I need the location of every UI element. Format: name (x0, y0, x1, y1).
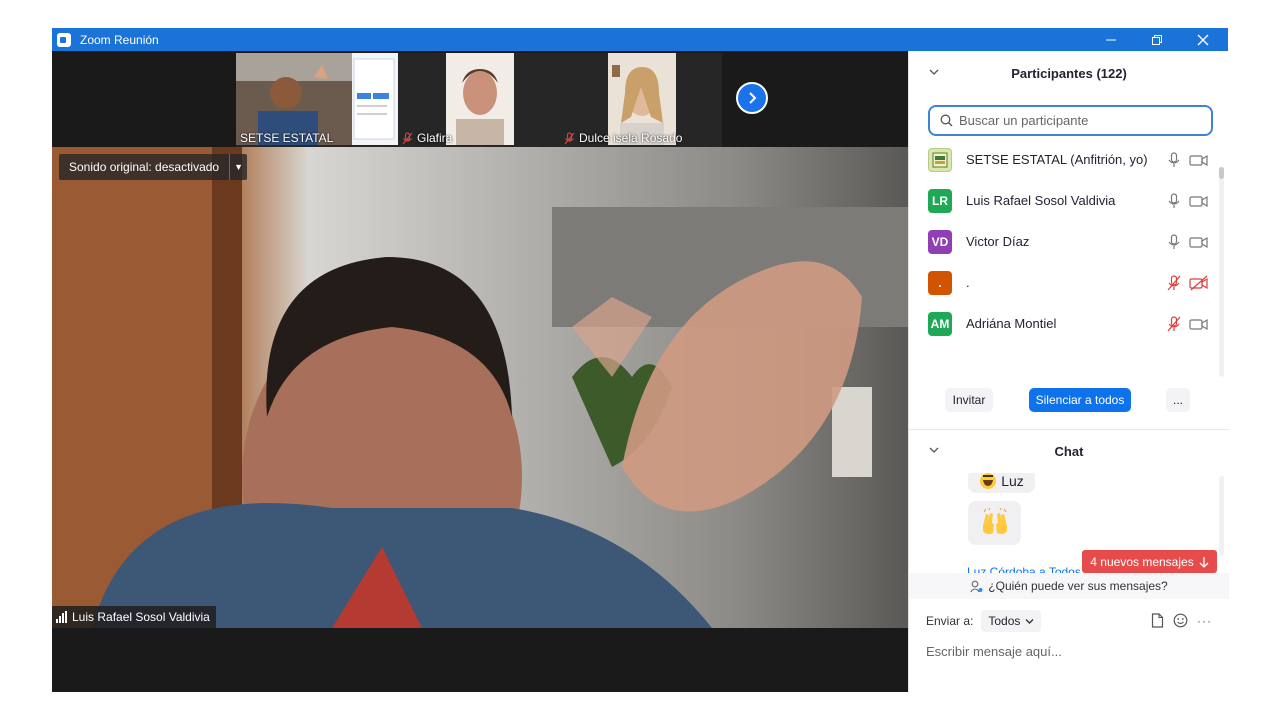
collapse-participants-button[interactable] (929, 68, 939, 79)
zoom-window: Zoom Reunión SETSE ESTATAL Glafira Dulce… (52, 28, 1229, 692)
thumbnail-video[interactable]: Dulce isela Rosado (560, 53, 722, 147)
next-page-button[interactable] (736, 82, 768, 114)
chevron-down-icon (929, 69, 939, 75)
mic-icon[interactable] (1167, 151, 1181, 168)
original-sound-toggle[interactable]: Sonido original: desactivado ▼ (59, 154, 248, 180)
send-to-row: Enviar a: Todos (926, 610, 1042, 632)
thumbnail-name: Glafira (402, 131, 452, 145)
avatar: VD (928, 229, 952, 254)
send-to-dropdown[interactable]: Todos (981, 610, 1042, 632)
chat-tools: ··· (1151, 613, 1212, 628)
window-title: Zoom Reunión (80, 32, 159, 47)
side-panel: Participantes (122) SETSE ESTATAL (Anfit… (908, 51, 1229, 692)
participant-actions: Invitar Silenciar a todos ... (909, 388, 1229, 418)
restore-icon (1152, 34, 1162, 45)
chat-message-input[interactable] (926, 640, 1216, 662)
muted-mic-icon[interactable] (1167, 315, 1181, 332)
camera-icon[interactable] (1189, 193, 1209, 209)
participants-header: Participantes (122) (909, 51, 1229, 95)
participant-row[interactable]: AM Adriána Montiel (909, 303, 1219, 344)
participant-name: . (966, 275, 970, 290)
speaker-name: Luis Rafael Sosol Valdivia (72, 610, 210, 624)
union-logo-icon (932, 152, 948, 167)
participants-scrollbar[interactable] (1219, 167, 1224, 377)
chevron-down-icon (1025, 618, 1034, 624)
more-chat-options-button[interactable]: ··· (1197, 614, 1212, 628)
who-can-see-messages[interactable]: ¿Quién puede ver sus mensajes? (909, 573, 1229, 599)
raising-hands-emoji-icon (982, 508, 1007, 535)
speaker-video-frame (52, 147, 908, 628)
participants-title: Participantes (122) (1011, 65, 1127, 81)
chat-message: Luz (968, 473, 1035, 493)
close-button[interactable] (1180, 28, 1226, 51)
restore-button[interactable] (1134, 28, 1180, 51)
muted-mic-icon (564, 131, 575, 144)
muted-mic-icon[interactable] (1167, 274, 1181, 291)
participant-row[interactable]: LR Luis Rafael Sosol Valdivia (909, 180, 1219, 221)
speaker-name-tag: Luis Rafael Sosol Valdivia (52, 606, 216, 628)
camera-icon[interactable] (1189, 234, 1209, 250)
grinning-emoji-icon (980, 473, 997, 489)
participant-row[interactable]: SETSE ESTATAL (Anfitrión, yo) (909, 139, 1219, 180)
muted-mic-icon (402, 131, 413, 144)
participant-search-input[interactable] (959, 113, 1199, 128)
mic-icon[interactable] (1167, 233, 1181, 250)
chat-header: Chat (909, 429, 1229, 473)
send-to-label: Enviar a: (926, 614, 974, 628)
chat-title: Chat (1054, 443, 1084, 459)
video-area: SETSE ESTATAL Glafira Dulce isela Rosado… (52, 51, 908, 692)
chat-message-text: Luz (1001, 473, 1024, 489)
signal-strength-icon (56, 611, 67, 623)
avatar: . (928, 270, 952, 295)
collapse-chat-button[interactable] (929, 446, 939, 457)
chat-message (968, 501, 1021, 545)
arrow-down-icon (1199, 556, 1209, 568)
mic-icon[interactable] (1167, 192, 1181, 209)
camera-off-icon[interactable] (1189, 275, 1209, 291)
participant-row[interactable]: . . (909, 262, 1219, 303)
zoom-app-icon (57, 32, 71, 47)
active-speaker-video[interactable]: Sonido original: desactivado ▼ Luis Rafa… (52, 147, 908, 628)
new-messages-badge[interactable]: 4 nuevos mensajes (1082, 550, 1217, 573)
search-icon (940, 114, 953, 127)
camera-icon[interactable] (1189, 152, 1209, 168)
chat-sender-label: Luz Córdoba a Todos (967, 565, 1081, 573)
thumbnail-name: SETSE ESTATAL (240, 131, 334, 145)
chevron-right-icon (749, 92, 757, 104)
camera-icon[interactable] (1189, 316, 1209, 332)
thumbnail-video[interactable]: SETSE ESTATAL (236, 53, 398, 147)
participant-name: Victor Díaz (966, 234, 1030, 249)
participant-name: Luis Rafael Sosol Valdivia (966, 193, 1116, 208)
file-icon[interactable] (1151, 613, 1164, 628)
avatar: AM (928, 311, 952, 336)
participant-name: SETSE ESTATAL (Anfitrión, yo) (966, 152, 1148, 167)
mute-all-button[interactable]: Silenciar a todos (1029, 388, 1131, 412)
thumbnail-strip: SETSE ESTATAL Glafira Dulce isela Rosado (52, 51, 908, 147)
host-avatar (928, 147, 952, 172)
participant-search-box[interactable] (928, 105, 1213, 136)
thumbnail-video[interactable]: Glafira (398, 53, 560, 147)
participant-video (446, 53, 514, 145)
participant-name: Adriána Montiel (966, 316, 1057, 331)
chat-scrollbar[interactable] (1219, 476, 1224, 556)
minimize-button[interactable] (1088, 28, 1134, 51)
title-bar: Zoom Reunión (52, 28, 1228, 51)
invite-button[interactable]: Invitar (945, 388, 993, 412)
more-options-button[interactable]: ... (1166, 388, 1190, 412)
emoji-icon[interactable] (1173, 613, 1188, 628)
participant-row[interactable]: VD Victor Díaz (909, 221, 1219, 262)
user-privacy-icon (970, 580, 983, 592)
close-icon (1197, 34, 1209, 45)
avatar: LR (928, 188, 952, 213)
chevron-down-icon[interactable]: ▼ (229, 154, 247, 180)
chevron-down-icon (929, 447, 939, 453)
minimize-icon (1106, 39, 1116, 40)
original-sound-label: Sonido original: desactivado (69, 160, 220, 174)
participant-list: SETSE ESTATAL (Anfitrión, yo) LR Luis Ra… (909, 139, 1219, 344)
thumbnail-name: Dulce isela Rosado (564, 131, 682, 145)
